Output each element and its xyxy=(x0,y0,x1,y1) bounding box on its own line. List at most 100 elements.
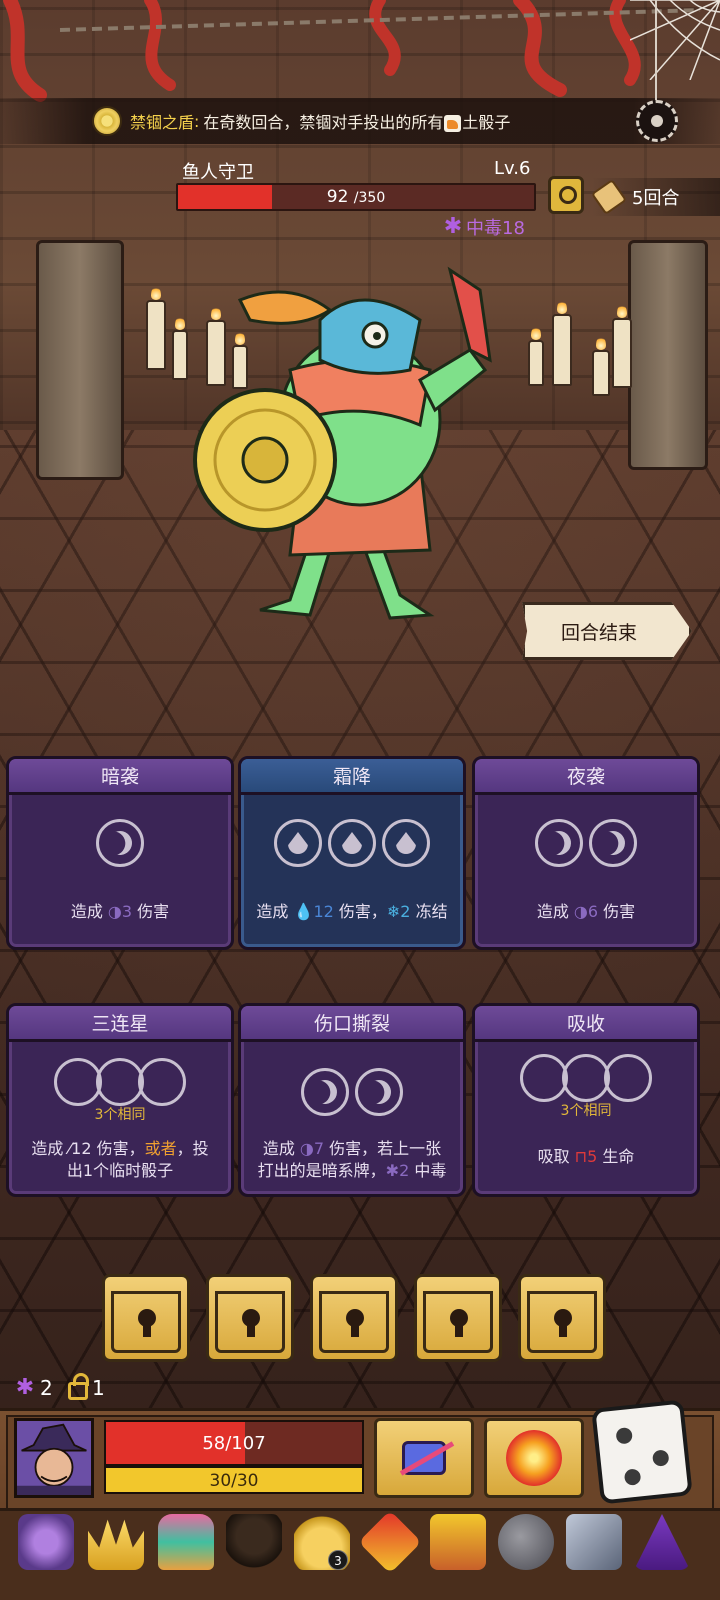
metal-cube-icon[interactable] xyxy=(566,1514,622,1570)
card-title: 夜袭 xyxy=(475,759,697,795)
keyhole-icon xyxy=(450,1309,468,1337)
desc-text: 打出的是暗系牌， xyxy=(257,1161,386,1180)
enemy-poison-status[interactable]: ✱ 中毒18 xyxy=(442,214,525,240)
candle xyxy=(612,304,632,388)
any-dice-slot-icon[interactable] xyxy=(604,1054,652,1102)
skull-book-icon[interactable] xyxy=(18,1514,74,1570)
player-lock-status[interactable]: 1 xyxy=(68,1373,105,1400)
any-dice-slot-icon[interactable] xyxy=(562,1054,610,1102)
desc-text: 伤害 xyxy=(598,902,636,921)
card-title: 三连星 xyxy=(9,1006,231,1042)
dark-dice-slot-icon[interactable] xyxy=(301,1068,349,1116)
keyhole-icon xyxy=(554,1309,572,1337)
player-energy-bar: 30/30 xyxy=(104,1466,364,1494)
locked-dice-slot[interactable] xyxy=(518,1274,606,1362)
stone-pillar xyxy=(628,240,708,470)
locked-dice-slot[interactable] xyxy=(102,1274,190,1362)
candle xyxy=(592,336,610,396)
card-title: 暗袭 xyxy=(9,759,231,795)
round-label: 5回合 xyxy=(632,188,680,209)
dice-chest-icon[interactable] xyxy=(430,1514,486,1570)
poison-splat-icon: ✱ xyxy=(15,1375,35,1400)
burst-skill-button[interactable] xyxy=(484,1418,584,1498)
enemy-info-button[interactable] xyxy=(548,176,584,214)
card-title: 伤口撕裂 xyxy=(241,1006,463,1042)
tentacle-decor xyxy=(3,0,701,102)
damage-value: 3 xyxy=(121,902,133,921)
any-dice-slot-icon[interactable] xyxy=(54,1058,102,1106)
enemy-level: Lv.6 xyxy=(494,158,531,179)
desc-or: 或者 xyxy=(144,1139,177,1158)
keyhole-icon xyxy=(346,1309,364,1337)
card-triple-star[interactable]: 三连星 3个相同 造成 ⁄12 伤害，或者，投 出1个临时骰子 xyxy=(6,1003,234,1197)
settings-gear-icon[interactable] xyxy=(636,100,678,142)
end-turn-button[interactable]: 回合结束 xyxy=(522,602,692,660)
unlock-skill-button[interactable] xyxy=(374,1418,474,1498)
player-hp-bar: 58/107 xyxy=(104,1420,364,1466)
card-night-raid[interactable]: 夜袭 造成 ◑6 伤害 xyxy=(472,756,700,950)
damage-value: 12 xyxy=(71,1139,92,1158)
desc-text: 造成 xyxy=(31,1139,69,1158)
water-dice-slot-icon[interactable] xyxy=(274,819,322,867)
damage-value: 6 xyxy=(587,902,599,921)
locked-dice-slot[interactable] xyxy=(414,1274,502,1362)
any-dice-slot-icon[interactable] xyxy=(520,1054,568,1102)
any-dice-slot-icon[interactable] xyxy=(96,1058,144,1106)
dark-damage-icon: ◑ xyxy=(573,902,588,921)
enemy-hp-bar: 92 /350 xyxy=(176,183,536,211)
desc-text: 伤害， xyxy=(333,902,387,921)
dark-dice-slot-icon[interactable] xyxy=(589,819,637,867)
dice-slots xyxy=(475,1054,697,1104)
same-requirement: 3个相同 xyxy=(94,1107,146,1123)
desc-text: 造成 xyxy=(536,902,574,921)
padlock-icon xyxy=(68,1373,89,1400)
card-frostfall[interactable]: 霜降 造成 💧12 伤害，❄2 冻结 xyxy=(238,756,466,950)
roll-dice-button[interactable] xyxy=(591,1399,693,1505)
any-dice-slot-icon[interactable] xyxy=(138,1058,186,1106)
locked-dice-slot[interactable] xyxy=(310,1274,398,1362)
dice-slots xyxy=(9,1058,231,1108)
money-bag-icon[interactable]: 3 xyxy=(294,1514,350,1570)
desc-line: 造成 ⁄12 伤害，或者，投 xyxy=(15,1138,225,1160)
keyhole-icon xyxy=(242,1309,260,1337)
card-absorb[interactable]: 吸收 3个相同 吸取 ⊓5 生命 xyxy=(472,1003,700,1197)
damage-value: 7 xyxy=(313,1139,325,1158)
dice-slots xyxy=(9,819,231,869)
card-title: 吸收 xyxy=(475,1006,697,1042)
card-ambush[interactable]: 暗袭 造成 ◑3 伤害 xyxy=(6,756,234,950)
dice-pip xyxy=(651,1449,670,1467)
keyhole-icon xyxy=(138,1309,156,1337)
desc-text: 伤害，若上一张 xyxy=(324,1139,442,1158)
locked-dice-slot[interactable] xyxy=(206,1274,294,1362)
card-title: 霜降 xyxy=(241,759,463,795)
player-avatar[interactable] xyxy=(14,1418,94,1498)
dice-slots xyxy=(241,1068,463,1118)
poison-splat-icon: ✱ xyxy=(385,1161,400,1180)
player-poison-count: 2 xyxy=(40,1376,53,1400)
dark-dice-slot-icon[interactable] xyxy=(535,819,583,867)
stone-pillar xyxy=(36,240,124,480)
tiki-totem-icon[interactable] xyxy=(158,1514,214,1570)
desc-line: 打出的是暗系牌，✱2 中毒 xyxy=(247,1160,457,1182)
enemy-poison-label: 中毒18 xyxy=(466,218,525,239)
card-description: 造成 ⁄12 伤害，或者，投 出1个临时骰子 xyxy=(15,1138,225,1182)
stone-orb-icon[interactable] xyxy=(498,1514,554,1570)
gold-coin-icon xyxy=(92,106,122,136)
water-damage-icon: 💧 xyxy=(293,902,314,921)
poison-value: 2 xyxy=(399,1161,410,1180)
life-drain-icon: ⊓ xyxy=(574,1147,588,1166)
desc-text: 伤害， xyxy=(91,1139,145,1158)
player-poison-status[interactable]: ✱ 2 xyxy=(14,1376,53,1400)
fishman-guard-monster[interactable] xyxy=(180,250,540,640)
desc-text: 伤害 xyxy=(132,902,170,921)
card-wound-tear[interactable]: 伤口撕裂 造成 ◑7 伤害，若上一张 打出的是暗系牌，✱2 中毒 xyxy=(238,1003,466,1197)
dark-dice-slot-icon[interactable] xyxy=(355,1068,403,1116)
water-dice-slot-icon[interactable] xyxy=(328,819,376,867)
dark-damage-icon: ◑ xyxy=(107,902,122,921)
freeze-icon: ❄ xyxy=(386,902,401,921)
dark-dice-slot-icon[interactable] xyxy=(96,819,144,867)
water-dice-slot-icon[interactable] xyxy=(382,819,430,867)
scroll-icon xyxy=(590,178,628,216)
poison-splat-icon: ✱ xyxy=(443,214,463,239)
pirate-hat-icon[interactable] xyxy=(226,1514,282,1570)
